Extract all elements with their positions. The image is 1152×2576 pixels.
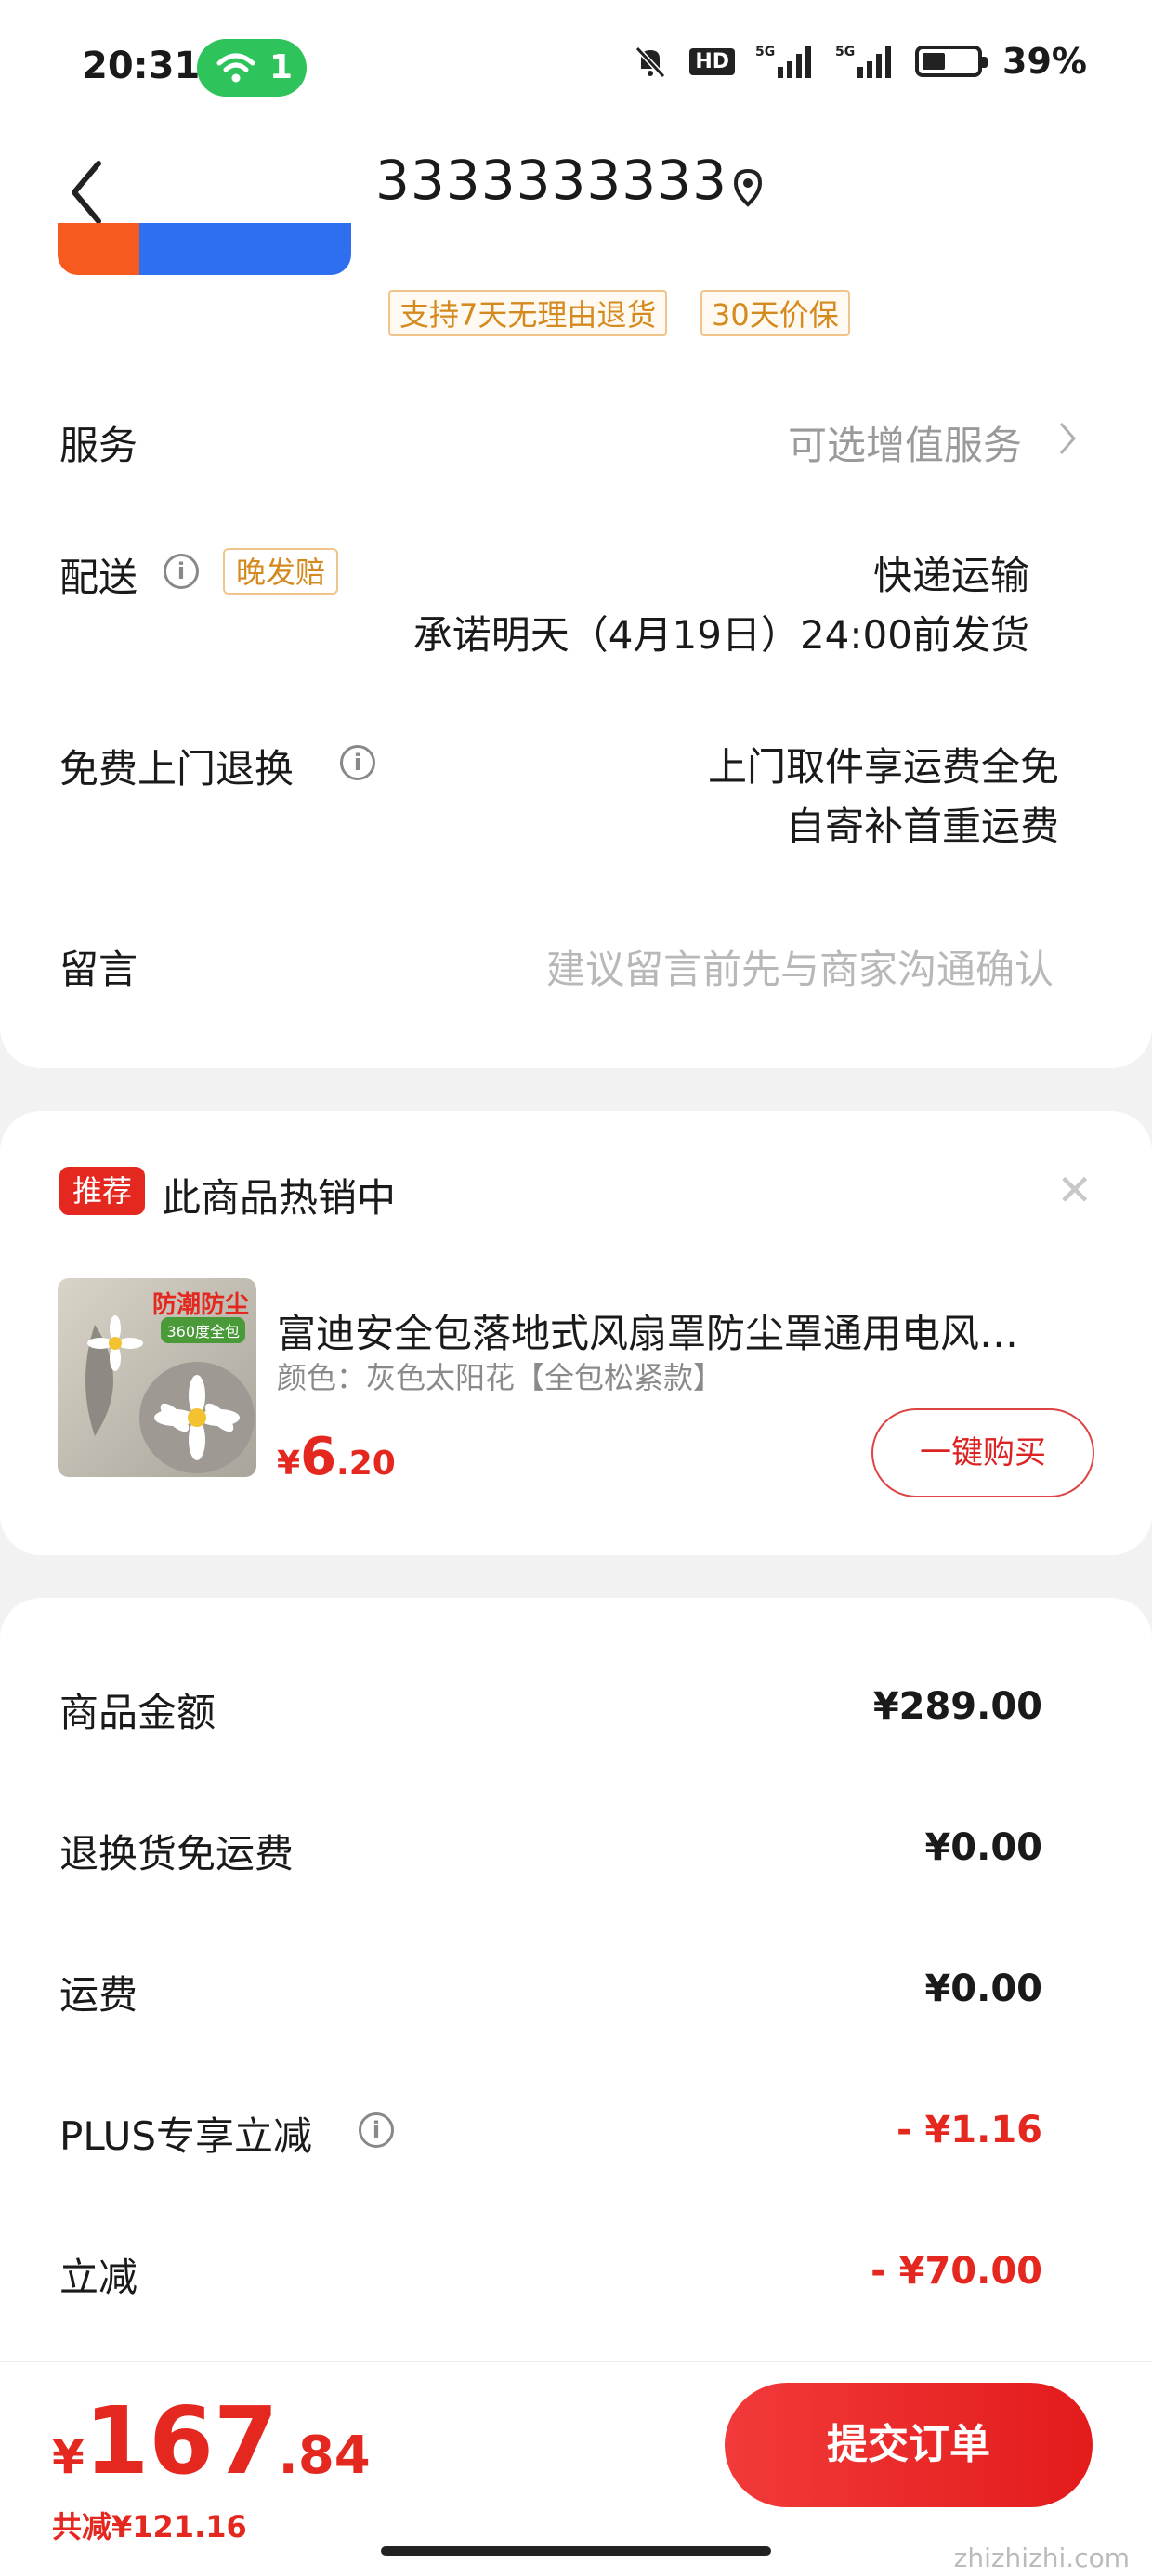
late-compensation-badge: 晚发赔 [223, 548, 339, 595]
recommendation-card: 推荐 此商品热销中 ✕ 防潮防尘 360度全包 富迪安全包落地式风扇罩防尘罩通用… [0, 1111, 1152, 1555]
summary-value: - ¥70.00 [871, 2250, 1042, 2293]
summary-row: 退换货免运费 ¥0.00 [59, 1823, 1042, 1878]
summary-row: PLUS专享立减 i - ¥1.16 [59, 2105, 1042, 2161]
watermark: zhizhizhi.com [953, 2543, 1130, 2573]
tag-price-protect: 30天价保 [700, 290, 850, 336]
status-time: 20:31 [82, 45, 201, 87]
daisy-fan-image [85, 1315, 255, 1473]
summary-label: 商品金额 [59, 1690, 216, 1735]
status-icons: HD 5G 5G 39% [632, 41, 1087, 82]
back-arrow-icon[interactable] [65, 150, 111, 234]
delivery-label: 配送 [59, 555, 138, 600]
return-line2: 自寄补首重运费 [785, 804, 1059, 849]
product-name[interactable]: 富迪安全包落地式风扇罩防尘罩通用电风… [277, 1302, 1076, 1359]
delivery-promise: 承诺明天（4月19日）24:00前发货 [412, 612, 1029, 658]
plus-info-icon[interactable]: i [359, 2112, 394, 2148]
summary-value: - ¥1.16 [896, 2109, 1042, 2151]
one-click-buy-button[interactable]: 一键购买 [871, 1408, 1094, 1497]
checkout-bar: ¥167.84 共减¥121.16 提交订单 zhizhizhi.com [0, 2361, 1152, 2576]
free-return-label: 免费上门退换 [59, 746, 295, 791]
tag-7day-return: 支持7天无理由退货 [388, 290, 668, 336]
hotspot-count: 1 [269, 48, 294, 86]
summary-row: 立减 - ¥70.00 [59, 2246, 1042, 2302]
product-price: ¥6.20 [277, 1427, 396, 1487]
total-integer: 167 [84, 2386, 279, 2495]
summary-value: ¥289.00 [872, 1685, 1042, 1728]
summary-value: ¥0.00 [924, 1826, 1042, 1869]
status-bar: 20:31 1 HD 5G 5G 39% [0, 0, 1152, 139]
wifi-hotspot-pill: 1 [197, 39, 307, 97]
location-pin-icon[interactable] [730, 167, 766, 210]
battery-icon [915, 46, 988, 77]
total-price: ¥167.84 [52, 2386, 371, 2495]
summary-value: ¥0.00 [924, 1968, 1042, 2010]
mute-bell-icon [635, 46, 666, 79]
svg-text:5G: 5G [835, 45, 855, 59]
submit-order-button[interactable]: 提交订单 [725, 2383, 1093, 2507]
close-icon[interactable]: ✕ [1056, 1165, 1093, 1215]
promo-strip [58, 223, 351, 275]
summary-label: PLUS专享立减 [59, 2113, 313, 2159]
service-label: 服务 [59, 423, 138, 468]
summary-row: 运费 ¥0.00 [59, 1964, 1042, 2020]
page-title: 3333333333 [375, 149, 728, 212]
return-line1: 上门取件享运费全免 [707, 744, 1059, 790]
total-decimal: .84 [278, 2426, 371, 2486]
summary-row: 商品金额 ¥289.00 [59, 1681, 1042, 1737]
price-decimal: .20 [336, 1445, 396, 1483]
return-info-icon[interactable]: i [340, 745, 375, 780]
delivery-info-icon[interactable]: i [164, 554, 199, 589]
order-options-card: 支持7天无理由退货 30天价保 服务 可选增值服务 配送 i 晚发赔 快递运输 … [0, 223, 1152, 1068]
price-currency: ¥ [277, 1445, 301, 1483]
recommend-badge: 推荐 [59, 1167, 145, 1215]
message-label: 留言 [59, 947, 138, 992]
total-currency: ¥ [52, 2430, 85, 2484]
price-integer: 6 [300, 1427, 337, 1487]
total-saving: 共减¥121.16 [52, 2509, 247, 2544]
signal-5g-icon-2: 5G [835, 45, 892, 78]
battery-percent: 39% [1002, 41, 1087, 82]
summary-label: 立减 [59, 2255, 138, 2300]
price-summary-card: 商品金额 ¥289.00 退换货免运费 ¥0.00 运费 ¥0.00 PLUS专… [0, 1598, 1152, 2371]
summary-label: 运费 [59, 1972, 138, 2018]
product-spec: 颜色：灰色太阳花【全包松紧款】 [277, 1360, 724, 1395]
summary-label: 退换货免运费 [59, 1831, 295, 1876]
recommend-title: 此商品热销中 [162, 1175, 397, 1221]
product-thumbnail[interactable]: 防潮防尘 360度全包 [58, 1278, 256, 1477]
chevron-right-icon [1059, 423, 1076, 454]
signal-5g-icon: 5G [755, 45, 812, 78]
message-input[interactable]: 建议留言前先与商家沟通确认 [546, 938, 1054, 995]
home-indicator[interactable] [381, 2546, 771, 2556]
hotspot-icon [216, 53, 255, 83]
svg-text:5G: 5G [755, 45, 775, 59]
hd-label: HD [689, 47, 736, 75]
delivery-method: 快递运输 [872, 553, 1029, 598]
service-value: 可选增值服务 [787, 423, 1022, 468]
